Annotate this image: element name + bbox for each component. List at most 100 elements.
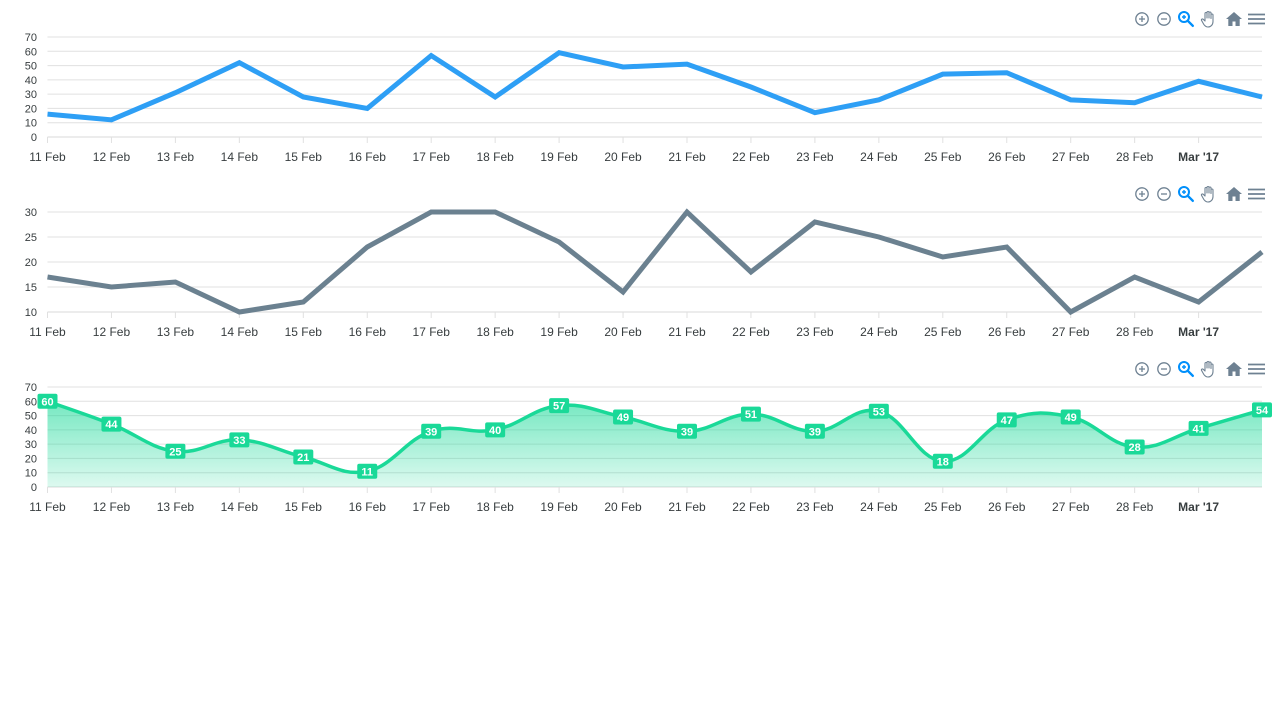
zoom-in-icon[interactable] — [1132, 184, 1152, 204]
data-label-text: 11 — [361, 466, 373, 478]
x-tick-label: 13 Feb — [157, 500, 195, 514]
menu-icon[interactable] — [1246, 359, 1266, 379]
data-label: 57 — [549, 398, 570, 414]
zoom-out-icon-glyph — [1157, 187, 1171, 201]
menu-icon[interactable] — [1246, 184, 1266, 204]
x-tick-label: 26 Feb — [988, 325, 1026, 339]
menu-icon[interactable] — [1246, 9, 1266, 29]
data-label-text: 39 — [809, 426, 821, 438]
data-label: 39 — [804, 423, 825, 439]
zoom-out-icon[interactable] — [1154, 9, 1174, 29]
x-tick-label: 26 Feb — [988, 150, 1026, 164]
x-tick-label: 17 Feb — [413, 150, 451, 164]
line-chart-2: 10 15 20 25 30 11 Feb 12 Feb 13 Feb 14 Feb 15 Feb… — [25, 207, 1264, 339]
x-tick-label: 11 Feb — [29, 325, 66, 339]
data-label-text: 41 — [1192, 423, 1204, 435]
grid — [47, 211, 1262, 313]
series-line — [47, 50, 1263, 123]
x-tick-label: 15 Feb — [285, 150, 323, 164]
data-label-text: 18 — [937, 456, 949, 468]
reset-home-icon[interactable] — [1224, 184, 1244, 204]
x-tick-label: 19 Feb — [540, 150, 578, 164]
x-tick-label: 20 Feb — [604, 325, 642, 339]
chart-toolbar — [1132, 359, 1266, 379]
x-tick-label: Mar '17 — [1178, 150, 1219, 164]
x-tick-label: 15 Feb — [285, 325, 323, 339]
x-tick-label: 25 Feb — [924, 325, 962, 339]
x-tick-label: 17 Feb — [413, 325, 451, 339]
y-tick-label: 30 — [25, 89, 37, 101]
x-tick-label: 28 Feb — [1116, 150, 1154, 164]
data-label-text: 53 — [873, 406, 885, 418]
data-label: 33 — [229, 432, 250, 448]
selection-zoom-icon[interactable] — [1176, 359, 1196, 379]
reset-home-icon-glyph — [1226, 187, 1242, 201]
x-tick-label: 28 Feb — [1116, 500, 1154, 514]
selection-zoom-icon-glyph — [1178, 361, 1194, 377]
selection-zoom-icon[interactable] — [1176, 184, 1196, 204]
data-label: 39 — [421, 423, 442, 439]
pan-icon[interactable] — [1198, 184, 1218, 204]
x-tick-label: 24 Feb — [860, 325, 898, 339]
zoom-in-icon[interactable] — [1132, 359, 1152, 379]
y-tick-label: 40 — [25, 425, 37, 437]
y-tick-label: 70 — [25, 32, 37, 44]
zoom-in-icon-glyph — [1135, 12, 1149, 26]
x-tick-label: 18 Feb — [476, 150, 514, 164]
x-tick-label: 12 Feb — [93, 150, 131, 164]
x-tick-label: 24 Feb — [860, 150, 898, 164]
pan-icon[interactable] — [1198, 359, 1218, 379]
x-tick-label: 16 Feb — [349, 150, 387, 164]
x-tick-label: 23 Feb — [796, 150, 834, 164]
data-label-text: 21 — [297, 452, 309, 464]
data-label: 49 — [613, 409, 634, 425]
y-tick-label: 20 — [25, 103, 37, 115]
x-tick-label: 15 Feb — [285, 500, 323, 514]
data-label-text: 57 — [553, 401, 565, 413]
data-label: 53 — [868, 403, 889, 419]
x-tick-label: 26 Feb — [988, 500, 1026, 514]
x-tick-label: 12 Feb — [93, 500, 131, 514]
zoom-out-icon[interactable] — [1154, 359, 1174, 379]
y-tick-label: 15 — [25, 282, 37, 294]
selection-zoom-icon[interactable] — [1176, 9, 1196, 29]
data-label-text: 28 — [1129, 442, 1141, 454]
y-tick-label: 0 — [31, 482, 37, 494]
x-tick-label: 23 Feb — [796, 500, 834, 514]
data-label: 25 — [165, 443, 186, 459]
y-tick-label: 30 — [25, 207, 37, 219]
y-tick-label: 40 — [25, 75, 37, 87]
x-tick-label: 21 Feb — [668, 500, 706, 514]
x-tick-label: Mar '17 — [1178, 500, 1219, 514]
data-label: 47 — [996, 412, 1017, 428]
x-tick-label: 28 Feb — [1116, 325, 1154, 339]
data-label: 39 — [677, 423, 697, 439]
zoom-in-icon[interactable] — [1132, 9, 1152, 29]
x-tick-label: 21 Feb — [668, 325, 706, 339]
data-label: 11 — [357, 463, 378, 479]
x-tick-label: 25 Feb — [924, 150, 962, 164]
pan-icon-glyph — [1200, 185, 1214, 203]
data-label-text: 44 — [105, 419, 118, 431]
reset-home-icon[interactable] — [1224, 9, 1244, 29]
zoom-out-icon[interactable] — [1154, 184, 1174, 204]
y-tick-label: 10 — [25, 307, 37, 319]
zoom-out-icon-glyph — [1157, 12, 1171, 26]
x-tick-label: 27 Feb — [1052, 150, 1090, 164]
x-tick-label: 14 Feb — [221, 325, 259, 339]
y-tick-label: 10 — [25, 468, 37, 480]
x-tick-label: 23 Feb — [796, 325, 834, 339]
x-tick-label: 14 Feb — [221, 150, 259, 164]
x-tick-label: 18 Feb — [476, 325, 514, 339]
x-tick-label: 11 Feb — [29, 500, 66, 514]
reset-home-icon[interactable] — [1224, 359, 1244, 379]
pan-icon[interactable] — [1198, 9, 1218, 29]
y-tick-label: 60 — [25, 396, 37, 408]
data-label: 49 — [1060, 409, 1081, 425]
x-tick-label: 18 Feb — [476, 500, 514, 514]
x-tick-label: 27 Feb — [1052, 325, 1090, 339]
y-tick-label: 20 — [25, 257, 37, 269]
reset-home-icon-glyph — [1226, 12, 1242, 26]
x-tick-label: 22 Feb — [732, 150, 770, 164]
area-chart-3: 0 10 20 30 40 50 60 70 11 Feb 12 Feb 13 Feb 14 Feb 1… — [25, 382, 1272, 514]
